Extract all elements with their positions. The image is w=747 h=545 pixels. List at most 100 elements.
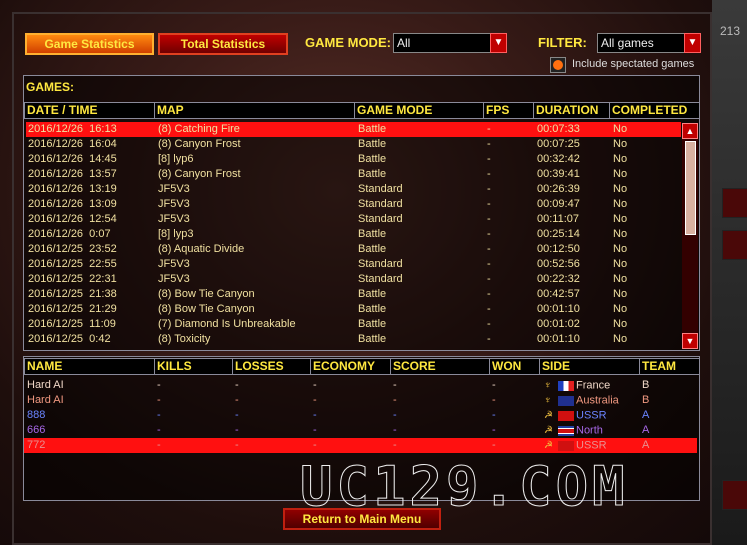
side-cell: ☭ USSR	[544, 438, 607, 453]
cell: -	[157, 379, 161, 391]
column-header[interactable]: MAP	[154, 102, 355, 119]
cell: Battle	[358, 333, 387, 345]
cell: Standard	[358, 213, 403, 225]
cell: 2016/12/26 13:19	[28, 183, 117, 195]
side-cell: ♆ Australia	[544, 393, 619, 408]
cell: A	[642, 424, 650, 436]
game-mode-select[interactable]: All ▼	[393, 33, 507, 53]
cell: 2016/12/26 16:13	[28, 123, 117, 135]
cell: No	[613, 138, 628, 150]
game-mode-value: All	[397, 36, 411, 50]
cell: -	[393, 379, 397, 391]
side-button[interactable]	[722, 480, 747, 510]
cell: Battle	[358, 168, 387, 180]
game-row[interactable]: 2016/12/26 12:54 JF5V3 Standard - 00:11:07 No	[26, 212, 681, 227]
column-header[interactable]: KILLS	[154, 358, 233, 375]
player-row[interactable]: 888 - - - - - ☭ USSR A	[24, 408, 697, 423]
flag-icon	[558, 410, 574, 421]
cell: A	[642, 439, 650, 451]
column-header[interactable]: SIDE	[539, 358, 640, 375]
cell: 772	[27, 439, 46, 451]
cell: B	[642, 394, 650, 406]
cell: JF5V3	[158, 198, 190, 210]
games-scrollbar[interactable]: ▲ ▼	[682, 123, 698, 349]
cell: -	[157, 439, 161, 451]
cell: -	[487, 303, 491, 315]
column-header[interactable]: DATE / TIME	[24, 102, 155, 119]
cell: -	[487, 318, 491, 330]
column-header[interactable]: LOSSES	[232, 358, 311, 375]
cell: 2016/12/26 13:09	[28, 198, 117, 210]
cell: Battle	[358, 123, 387, 135]
player-row[interactable]: Hard AI - - - - - ♆ France B	[24, 378, 697, 393]
scroll-thumb[interactable]	[685, 141, 696, 235]
game-row[interactable]: 2016/12/26 0:07 [8] lyp3 Battle - 00:25:14 No	[26, 227, 681, 242]
return-to-main-menu-button[interactable]: Return to Main Menu	[283, 508, 441, 530]
cell: -	[313, 409, 317, 421]
column-header[interactable]: NAME	[24, 358, 155, 375]
cell: -	[487, 153, 491, 165]
side-cell: ♆ France	[544, 378, 610, 393]
cell: Standard	[358, 183, 403, 195]
column-header[interactable]: ECONOMY	[310, 358, 391, 375]
game-row[interactable]: 2016/12/26 16:04 (8) Canyon Frost Battle - 0…	[26, 137, 681, 152]
cell: 00:07:25	[537, 138, 580, 150]
game-row[interactable]: 2016/12/26 13:19 JF5V3 Standard - 00:26:39 No	[26, 182, 681, 197]
cell: (8) Bow Tie Canyon	[158, 288, 255, 300]
side-name: USSR	[576, 409, 607, 422]
game-row[interactable]: 2016/12/26 16:13 (8) Catching Fire Battle -…	[26, 122, 681, 137]
side-cell: ☭ North	[544, 423, 603, 438]
game-row[interactable]: 2016/12/25 21:38 (8) Bow Tie Canyon Battle…	[26, 287, 681, 302]
cell: [8] lyp3	[158, 228, 194, 240]
game-row[interactable]: 2016/12/25 23:52 (8) Aquatic Divide Battle…	[26, 242, 681, 257]
cell: -	[492, 424, 496, 436]
side-button[interactable]	[722, 188, 747, 218]
cell: A	[642, 409, 650, 421]
game-row[interactable]: 2016/12/25 22:31 JF5V3 Standard - 00:22:32 No	[26, 272, 681, 287]
game-row[interactable]: 2016/12/25 21:29 (8) Bow Tie Canyon Battle…	[26, 302, 681, 317]
cell: 2016/12/26 14:45	[28, 153, 117, 165]
game-row[interactable]: 2016/12/25 0:42 (8) Toxicity Battle - 00:01:…	[26, 332, 681, 347]
game-row[interactable]: 2016/12/25 22:55 JF5V3 Standard - 00:52:56 No	[26, 257, 681, 272]
column-header[interactable]: COMPLETED	[609, 102, 700, 119]
cell: -	[393, 394, 397, 406]
include-spectated-radio[interactable]	[550, 57, 566, 73]
cell: 00:07:33	[537, 123, 580, 135]
game-row[interactable]: 2016/12/26 13:09 JF5V3 Standard - 00:09:47 No	[26, 197, 681, 212]
cell: No	[613, 213, 628, 225]
filter-select[interactable]: All games ▼	[597, 33, 701, 53]
cell: 2016/12/25 0:42	[28, 333, 111, 345]
cell: No	[613, 183, 628, 195]
side-name: France	[576, 379, 611, 392]
cell: -	[393, 409, 397, 421]
cell: -	[157, 409, 161, 421]
chevron-down-icon[interactable]: ▼	[684, 33, 701, 53]
column-header[interactable]: WON	[489, 358, 540, 375]
game-row[interactable]: 2016/12/25 11:09 (7) Diamond Is Unbreakab…	[26, 317, 681, 332]
column-header[interactable]: DURATION	[533, 102, 610, 119]
player-row[interactable]: 666 - - - - - ☭ North A	[24, 423, 697, 438]
cell: -	[393, 439, 397, 451]
side-button[interactable]	[722, 230, 747, 260]
cell: 2016/12/25 22:31	[28, 273, 117, 285]
column-header[interactable]: TEAM	[639, 358, 700, 375]
cell: Battle	[358, 303, 387, 315]
cell: No	[613, 198, 628, 210]
scroll-up-icon[interactable]: ▲	[682, 123, 698, 139]
tab-total-statistics[interactable]: Total Statistics	[158, 33, 288, 55]
column-header[interactable]: SCORE	[390, 358, 490, 375]
column-header[interactable]: FPS	[483, 102, 534, 119]
cell: Battle	[358, 228, 387, 240]
player-row[interactable]: Hard AI - - - - - ♆ Australia B	[24, 393, 697, 408]
side-cell: ☭ USSR	[544, 408, 607, 423]
cell: 666	[27, 424, 46, 436]
tab-game-statistics[interactable]: Game Statistics	[25, 33, 154, 55]
column-header[interactable]: GAME MODE	[354, 102, 484, 119]
cell: 00:52:56	[537, 258, 580, 270]
scroll-down-icon[interactable]: ▼	[682, 333, 698, 349]
chevron-down-icon[interactable]: ▼	[490, 33, 507, 53]
game-row[interactable]: 2016/12/26 14:45 [8] lyp6 Battle - 00:32:42 N…	[26, 152, 681, 167]
player-row[interactable]: 772 - - - - - ☭ USSR A	[24, 438, 697, 453]
cell: 2016/12/25 21:38	[28, 288, 117, 300]
game-row[interactable]: 2016/12/26 13:57 (8) Canyon Frost Battle - 0…	[26, 167, 681, 182]
